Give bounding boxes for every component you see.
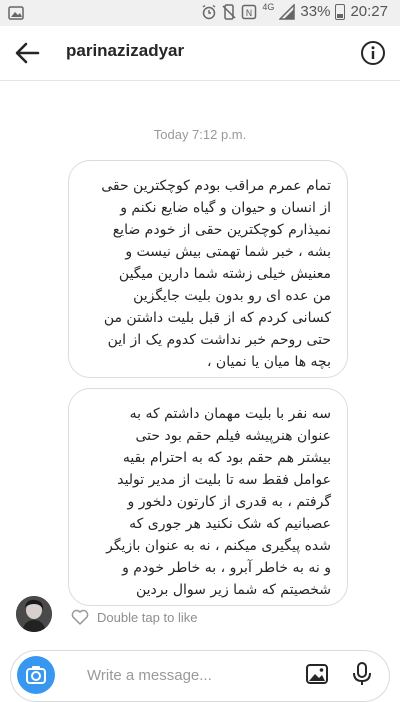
camera-button[interactable] (17, 656, 55, 694)
message-line: شده پیگیری میکنم ، نه به عنوان بازیگر (106, 538, 331, 554)
camera-icon (26, 666, 46, 684)
status-bar: N 4G 33% 20:27 (0, 0, 400, 26)
chat-header: parinazizadyar (0, 26, 400, 81)
microphone-icon[interactable] (351, 661, 373, 687)
message-line: عنوان هنرپیشه فیلم حقم بود حتی (135, 428, 331, 444)
alarm-icon (202, 4, 216, 19)
conversation-title[interactable]: parinazizadyar (66, 41, 184, 61)
battery-percent: 33% (300, 3, 331, 20)
message-input[interactable] (85, 663, 289, 687)
battery-icon (335, 3, 346, 20)
message-line: نمیذارم کوچکترین حقی از خودم ضایع (112, 222, 331, 238)
message-line: من عده ای رو بدون بلیت جایگزین (133, 288, 331, 304)
message-line: بچه ها میان یا نمیان ، (206, 354, 331, 370)
heart-icon[interactable] (71, 609, 89, 625)
message-line: عوامل فقط سه تا بلیت از مدیر تولید (117, 472, 331, 488)
message-composer (10, 650, 390, 702)
message-line: بیشتر هم حقم بود که به احترام بقیه (122, 450, 331, 466)
avatar-photo (16, 596, 52, 632)
message-line: و نه به خاطر آبرو ، به خاطر خودم و (122, 560, 331, 576)
message-timestamp: Today 7:12 p.m. (153, 127, 247, 142)
nfc-icon: N (242, 4, 257, 19)
network-label: 4G (262, 2, 275, 12)
message-line: معنیش خیلی زشته شما دارین میگین (118, 266, 331, 282)
avatar[interactable] (16, 596, 52, 632)
message-line: تمام عمرم مراقب بودم کوچکترین حقی (101, 178, 331, 194)
message-bubble[interactable]: تمام عمرم مراقب بودم کوچکترین حقی از انس… (68, 160, 348, 378)
message-line: از انسان و حیوان و گیاه ضایع نکنم و (120, 200, 331, 216)
message-line: گرفتم ، به قدری از کارتون دلخور و (127, 494, 332, 510)
message-line: عصبانیم که شک نکنید هر جوری که (129, 516, 331, 532)
message-line: حتی روحم خبر نداشت کدوم یک از این (107, 332, 331, 348)
message-line: شخصیتم که شما زیر سوال بردین (135, 582, 331, 598)
image-icon (8, 6, 24, 20)
message-line: کسانی کردم که از قبل بلیت داشتن من (103, 310, 331, 326)
message-line: سه نفر با بلیت مهمان داشتم که به (129, 406, 331, 422)
status-time: 20:27 (350, 3, 388, 20)
status-right-group: N 4G 33% 20:27 (201, 3, 388, 20)
double-tap-label: Double tap to like (97, 609, 198, 625)
like-hint: Double tap to like (71, 609, 197, 625)
silent-icon (222, 3, 236, 20)
message-bubble[interactable]: سه نفر با بلیت مهمان داشتم که به عنوان ه… (68, 388, 348, 606)
svg-text:N: N (246, 9, 253, 19)
info-icon[interactable] (360, 40, 386, 66)
message-line: بشه ، خبر شما تهمتی بیش نیست و (125, 244, 331, 260)
gallery-icon[interactable] (305, 663, 329, 685)
signal-icon (279, 3, 296, 20)
back-arrow-icon[interactable] (10, 38, 44, 68)
